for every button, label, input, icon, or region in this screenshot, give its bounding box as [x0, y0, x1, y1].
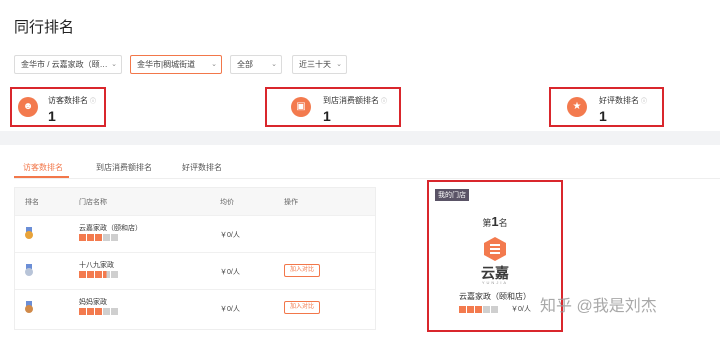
chevron-down-icon: ⌄ [211, 61, 217, 68]
rating-stars [79, 308, 119, 315]
rating-stars [79, 271, 119, 278]
store-name: 云嘉家政（颐和店） [79, 225, 142, 232]
star-icon [475, 306, 482, 313]
star-icon [103, 234, 110, 241]
tab-review-rank[interactable]: 好评数排名 [182, 162, 222, 173]
visitor-rank-stat: ☻ 访客数排名 ⓘ 1 [10, 87, 106, 127]
help-icon[interactable]: ⓘ [381, 99, 387, 105]
add-to-compare-button[interactable]: 加入对比 [284, 301, 321, 314]
star-icon [103, 308, 110, 315]
rank-suffix: 名 [498, 218, 508, 228]
bronze-medal-icon [25, 301, 33, 313]
column-header-action: 操作 [284, 199, 298, 206]
avg-price: ￥0/人 [220, 232, 240, 239]
my-store-rank: 第1名 [429, 214, 561, 229]
star-icon [459, 306, 466, 313]
period-select-label: 近三十天 [299, 60, 331, 69]
active-tab-indicator [14, 176, 69, 178]
bag-icon: ▣ [291, 97, 311, 117]
header-panel: 同行排名 金华市 / 云嘉家政（颐… ⌄ 金华市|稠城街道 ⌄ 全部 ⌄ 近三十… [0, 0, 720, 131]
help-icon[interactable]: ⓘ [641, 99, 647, 105]
star-icon [95, 308, 102, 315]
ranking-tabs: 访客数排名 到店消费额排名 好评数排名 [14, 145, 720, 179]
star-icon [491, 306, 498, 313]
store-spend-rank-label: 到店消费额排名 ⓘ [323, 95, 387, 106]
star-icon [111, 234, 118, 241]
street-select[interactable]: 金华市|稠城街道 ⌄ [130, 55, 222, 74]
star-icon [79, 308, 86, 315]
star-icon [95, 234, 102, 241]
rating-stars [459, 306, 499, 313]
silver-medal-icon [25, 264, 33, 276]
star-icon [87, 271, 94, 278]
category-select[interactable]: 全部 ⌄ [230, 55, 282, 74]
review-rank-label: 好评数排名 ⓘ [599, 95, 647, 106]
table-row: 十八九家政 ￥0/人 加入对比 [15, 252, 375, 289]
rank-number: 1 [491, 214, 499, 229]
avg-price: ￥0/人 [220, 306, 240, 313]
star-icon [79, 271, 86, 278]
category-select-label: 全部 [237, 60, 253, 69]
review-rank-stat: ★ 好评数排名 ⓘ 1 [549, 87, 664, 127]
chevron-down-icon: ⌄ [336, 61, 342, 68]
star-icon [111, 308, 118, 315]
visitor-rank-value: 1 [48, 108, 56, 124]
my-store-avg-price: ￥0/人 [511, 306, 531, 313]
star-icon [111, 271, 118, 278]
star-icon [79, 234, 86, 241]
review-rank-label-text: 好评数排名 [599, 96, 639, 105]
store-spend-rank-label-text: 到店消费额排名 [323, 96, 379, 105]
column-header-store-name: 门店名称 [79, 199, 107, 206]
column-header-rank: 排名 [25, 199, 39, 206]
rating-stars [79, 234, 119, 241]
star-icon [103, 271, 110, 278]
chevron-down-icon: ⌄ [111, 61, 117, 68]
user-icon: ☻ [18, 97, 38, 117]
table-header: 排名 门店名称 均价 操作 [15, 188, 375, 215]
visitor-rank-label: 访客数排名 ⓘ [48, 95, 96, 106]
watermark: 知乎 @我是刘杰 [540, 298, 657, 315]
star-icon [87, 234, 94, 241]
store-spend-rank-value: 1 [323, 108, 331, 124]
table-row: 云嘉家政（颐和店） ￥0/人 [15, 215, 375, 252]
store-logo-icon [484, 237, 506, 261]
review-rank-value: 1 [599, 108, 607, 124]
store-logo-subtext: YUNJIA [481, 280, 509, 285]
page-title: 同行排名 [14, 19, 75, 36]
star-icon [467, 306, 474, 313]
star-icon [95, 271, 102, 278]
store-name: 妈妈家政 [79, 299, 107, 306]
star-icon [87, 308, 94, 315]
star-icon [483, 306, 490, 313]
gold-medal-icon [25, 227, 33, 239]
chevron-down-icon: ⌄ [271, 61, 277, 68]
region-store-select-label: 金华市 / 云嘉家政（颐… [21, 60, 108, 69]
add-to-compare-button[interactable]: 加入对比 [284, 264, 321, 277]
ranking-table: 排名 门店名称 均价 操作 云嘉家政（颐和店） ￥0/人 十八九家政 ￥0/人 … [14, 187, 376, 330]
my-store-tag: 我的门店 [435, 189, 469, 201]
tab-store-spend-rank[interactable]: 到店消费额排名 [96, 162, 152, 173]
star-icon: ★ [567, 97, 587, 117]
table-row: 妈妈家政 ￥0/人 加入对比 [15, 289, 375, 326]
help-icon[interactable]: ⓘ [90, 99, 96, 105]
period-select[interactable]: 近三十天 ⌄ [292, 55, 347, 74]
region-store-select[interactable]: 金华市 / 云嘉家政（颐… ⌄ [14, 55, 122, 74]
avg-price: ￥0/人 [220, 269, 240, 276]
visitor-rank-label-text: 访客数排名 [48, 96, 88, 105]
tab-visitor-rank[interactable]: 访客数排名 [23, 162, 63, 173]
street-select-label: 金华市|稠城街道 [137, 60, 196, 69]
store-name: 十八九家政 [79, 262, 114, 269]
store-spend-rank-stat: ▣ 到店消费额排名 ⓘ 1 [265, 87, 401, 127]
column-header-avg-price: 均价 [220, 199, 234, 206]
